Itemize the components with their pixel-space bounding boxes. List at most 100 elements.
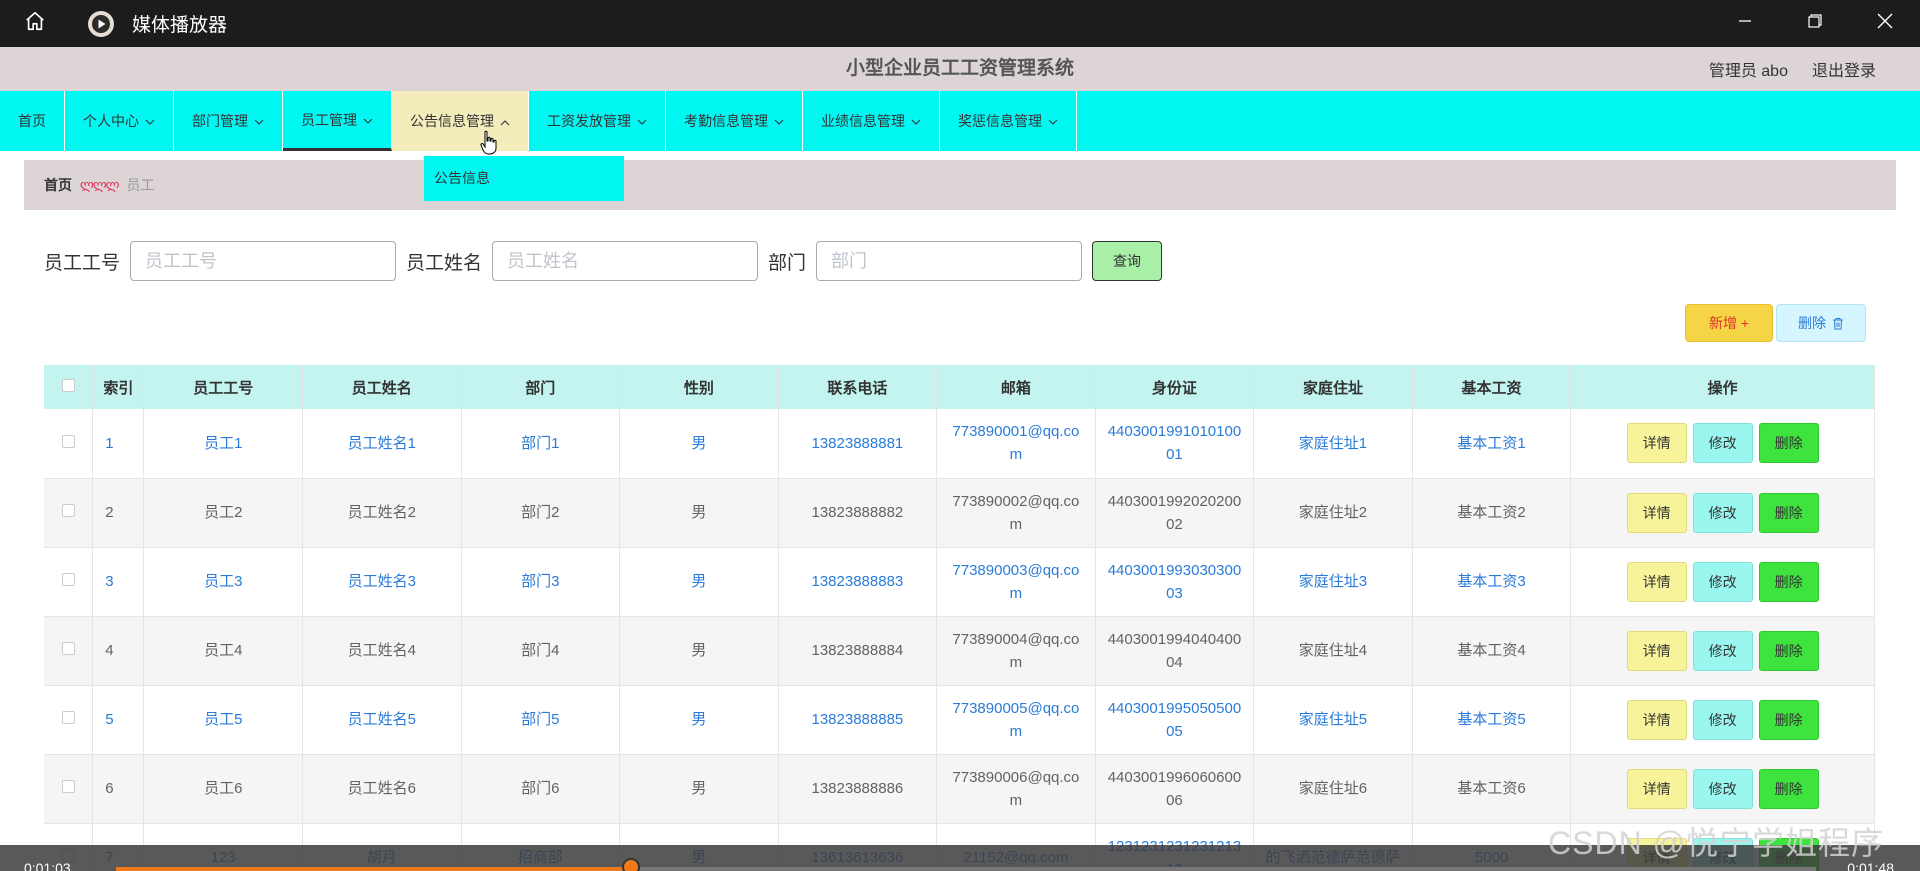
table-row[interactable]: 6 员工6 员工姓名6 部门6 男 13823888886 773890006@qq.com… (44, 754, 1875, 824)
emp-no-input[interactable] (130, 241, 397, 281)
cell-gender: 男 (619, 685, 779, 755)
restore-icon (1808, 14, 1822, 33)
detail-button[interactable]: 详情 (1626, 561, 1687, 602)
cell-salary: 基本工资3 (1412, 547, 1572, 617)
edit-button[interactable]: 修改 (1692, 423, 1753, 464)
cell-phone: 13823888884 (778, 616, 938, 686)
app-header: 小型企业员工工资管理系统 管理员 abo 退出登录 (0, 47, 1920, 91)
main-nav: 首页 个人中心 部门管理 员工管理 公告信息管理 工资发放管理 考勤信息管理 业绩信息管理 奖惩… (0, 91, 1920, 151)
table-row[interactable]: 4 员工4 员工姓名4 部门4 男 13823888884 773890004@qq.com… (44, 616, 1875, 686)
edit-button[interactable]: 修改 (1692, 768, 1753, 809)
cell-salary: 基本工资6 (1412, 754, 1572, 824)
cell-email: 773890005@qq.com (936, 685, 1096, 755)
nav-item-6[interactable]: 考勤信息管理 (666, 91, 803, 151)
chevron-down-icon (1048, 113, 1058, 129)
delete-button[interactable]: 删除 (1758, 423, 1819, 464)
row-checkbox[interactable] (61, 711, 75, 724)
chevron-down-icon (911, 113, 921, 129)
nav-item-0[interactable]: 首页 (0, 91, 65, 151)
home-button[interactable] (0, 0, 70, 47)
cell-emp-no: 员工5 (143, 685, 304, 755)
nav-item-4[interactable]: 公告信息管理 (392, 91, 529, 151)
table-row[interactable]: 1 员工1 员工姓名1 部门1 男 13823888881 773890001@qq.com… (44, 409, 1875, 479)
cell-address: 家庭住址3 (1253, 547, 1413, 617)
header-phone: 联系电话 (778, 365, 938, 409)
detail-button[interactable]: 详情 (1626, 768, 1687, 809)
dept-label: 部门 (768, 252, 807, 274)
add-button[interactable]: 新增 + (1685, 304, 1773, 342)
table-row[interactable]: 3 员工3 员工姓名3 部门3 男 13823888883 773890003@qq.com… (44, 547, 1875, 617)
chevron-down-icon (363, 112, 373, 128)
row-checkbox[interactable] (61, 642, 75, 655)
detail-button[interactable]: 详情 (1626, 423, 1687, 464)
cell-emp-no: 员工4 (143, 616, 304, 686)
emp-name-label: 员工姓名 (406, 252, 483, 274)
cell-emp-no: 员工3 (143, 547, 304, 617)
cell-phone: 13823888881 (778, 409, 938, 479)
cell-salary: 基本工资5 (1412, 685, 1572, 755)
media-player-logo-icon (88, 10, 114, 37)
cell-email: 773890006@qq.com (936, 754, 1096, 824)
nav-item-7[interactable]: 业绩信息管理 (803, 91, 940, 151)
cell-select[interactable] (44, 754, 94, 824)
delete-button[interactable]: 删除 (1758, 561, 1819, 602)
edit-button[interactable]: 修改 (1692, 492, 1753, 533)
chevron-down-icon (145, 113, 155, 129)
cell-select[interactable] (44, 478, 94, 548)
emp-name-input[interactable] (492, 241, 759, 281)
cell-dept: 部门4 (461, 616, 621, 686)
row-checkbox[interactable] (61, 780, 75, 793)
cell-index: 4 (92, 616, 145, 686)
minimize-button[interactable] (1710, 0, 1780, 47)
nav-item-2[interactable]: 部门管理 (174, 91, 283, 151)
query-button[interactable]: 查询 (1092, 241, 1163, 281)
nav-item-5[interactable]: 工资发放管理 (529, 91, 666, 151)
cell-select[interactable] (44, 409, 94, 479)
row-checkbox[interactable] (61, 434, 75, 448)
edit-button[interactable]: 修改 (1692, 630, 1753, 671)
cell-operations: 详情修改删除 (1570, 409, 1875, 479)
nav-item-1[interactable]: 个人中心 (65, 91, 174, 151)
chevron-down-icon (254, 113, 264, 129)
detail-button[interactable]: 详情 (1626, 699, 1687, 740)
restore-button[interactable] (1780, 0, 1850, 47)
cell-select[interactable] (44, 616, 94, 686)
logout-link[interactable]: 退出登录 (1812, 57, 1876, 81)
row-checkbox[interactable] (61, 573, 75, 586)
cell-select[interactable] (44, 547, 94, 617)
cell-select[interactable] (44, 685, 94, 755)
detail-button[interactable]: 详情 (1626, 492, 1687, 533)
select-all-checkbox[interactable] (61, 378, 75, 392)
cell-index: 1 (92, 409, 145, 479)
delete-button[interactable]: 删除 (1758, 699, 1819, 740)
delete-button[interactable]: 删除 (1758, 492, 1819, 533)
header-select-all[interactable] (44, 365, 94, 409)
delete-button[interactable]: 删除 (1758, 768, 1819, 809)
cell-operations: 详情修改删除 (1570, 616, 1875, 686)
batch-delete-button[interactable]: 删除 (1776, 304, 1866, 342)
batch-delete-label: 删除 (1798, 315, 1826, 331)
seek-track[interactable] (116, 867, 1816, 871)
row-checkbox[interactable] (61, 504, 75, 517)
nav-item-3[interactable]: 员工管理 (283, 91, 392, 151)
cell-operations: 详情修改删除 (1570, 547, 1875, 617)
detail-button[interactable]: 详情 (1626, 630, 1687, 671)
delete-button[interactable]: 删除 (1758, 630, 1819, 671)
dropdown-item-announcement[interactable]: 公告信息 (424, 156, 624, 201)
header-emp-name: 员工姓名 (302, 365, 462, 409)
close-button[interactable] (1850, 0, 1920, 47)
cell-gender: 男 (619, 616, 779, 686)
app-title: 小型企业员工工资管理系统 (845, 58, 1074, 79)
breadcrumb-home[interactable]: 首页 (44, 175, 72, 195)
nav-item-label: 奖惩信息管理 (958, 113, 1042, 129)
table-row[interactable]: 5 员工5 员工姓名5 部门5 男 13823888885 773890005@qq.com… (44, 685, 1875, 755)
cell-phone: 13823888885 (778, 685, 938, 755)
edit-button[interactable]: 修改 (1692, 561, 1753, 602)
nav-item-8[interactable]: 奖惩信息管理 (940, 91, 1077, 151)
breadcrumb-separator-icon: ლლლ (80, 177, 120, 192)
dept-input[interactable] (816, 241, 1083, 281)
breadcrumb: 首页 ლლლ 员工 (24, 160, 1896, 210)
seek-thumb[interactable] (622, 858, 641, 871)
edit-button[interactable]: 修改 (1692, 699, 1753, 740)
table-row[interactable]: 2 员工2 员工姓名2 部门2 男 13823888882 773890002@qq.com… (44, 478, 1875, 548)
